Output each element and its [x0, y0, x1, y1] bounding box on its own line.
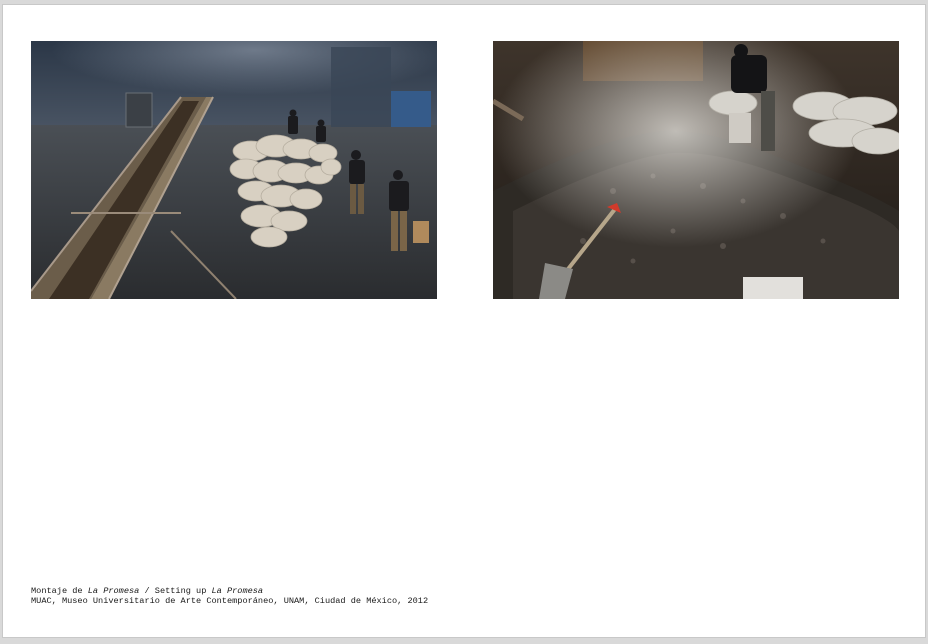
photo-gallery-setup: [31, 41, 437, 299]
caption-title-spanish: La Promesa: [87, 586, 140, 596]
photo-gallery-setup-image: [31, 41, 437, 299]
photo-caption: Montaje de La Promesa / Setting up La Pr…: [31, 586, 428, 606]
caption-prefix: Montaje de: [31, 586, 88, 596]
caption-separator: / Setting up: [139, 586, 212, 596]
caption-line-1: Montaje de La Promesa / Setting up La Pr…: [31, 586, 428, 596]
photo-soil-work-image: [493, 41, 899, 299]
caption-title-english: La Promesa: [211, 586, 264, 596]
photo-soil-work: [493, 41, 899, 299]
caption-line-2: MUAC, Museo Universitario de Arte Contem…: [31, 596, 429, 606]
document-page: Montaje de La Promesa / Setting up La Pr…: [2, 4, 926, 638]
